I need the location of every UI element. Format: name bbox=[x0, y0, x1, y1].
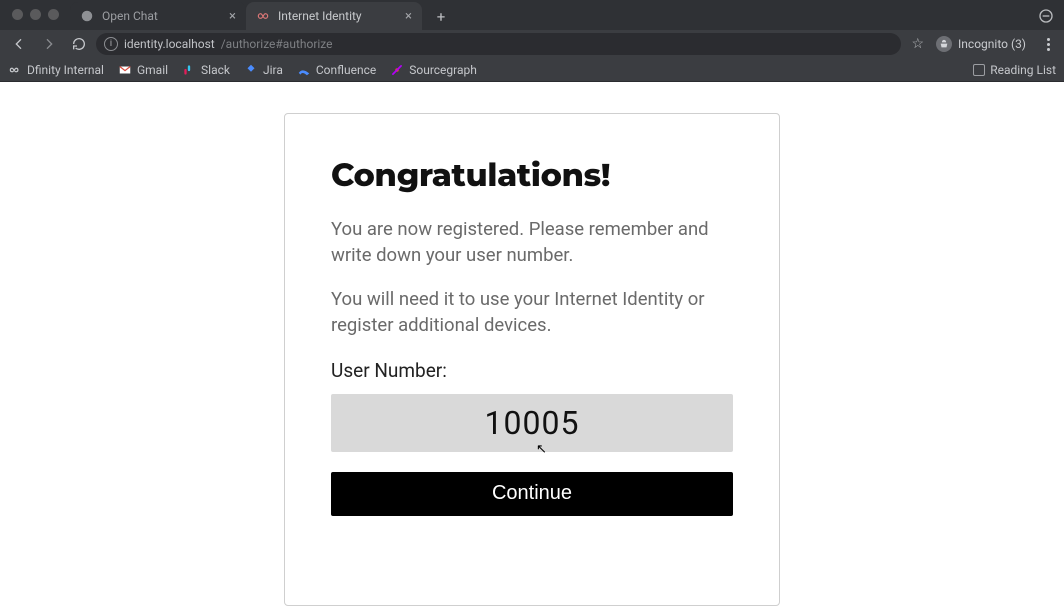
zoom-dot-icon[interactable] bbox=[48, 9, 59, 20]
bookmark-confluence[interactable]: Confluence bbox=[297, 63, 376, 77]
slack-icon bbox=[182, 63, 196, 77]
bookmark-label: Jira bbox=[263, 63, 283, 77]
infinity-icon bbox=[8, 63, 22, 77]
card-title: Congratulations! bbox=[331, 156, 733, 195]
card-text-1: You are now registered. Please remember … bbox=[331, 217, 733, 269]
url-host: identity.localhost bbox=[124, 37, 215, 51]
close-tab-icon[interactable]: × bbox=[229, 9, 236, 24]
bookmarks-bar: Dfinity Internal Gmail Slack Jira Conflu… bbox=[0, 58, 1064, 82]
minimize-dot-icon[interactable] bbox=[30, 9, 41, 20]
registration-card: Congratulations! You are now registered.… bbox=[284, 113, 780, 606]
user-number-label: User Number: bbox=[331, 359, 733, 382]
tab-label: Open Chat bbox=[102, 9, 221, 23]
tab-strip: Open Chat × Internet Identity × + bbox=[0, 0, 1064, 30]
bookmark-gmail[interactable]: Gmail bbox=[118, 63, 168, 77]
reading-list-button[interactable]: Reading List bbox=[973, 63, 1056, 77]
browser-chrome: Open Chat × Internet Identity × + i iden… bbox=[0, 0, 1064, 82]
browser-more-menu[interactable] bbox=[1038, 38, 1058, 51]
bookmark-dfinity-internal[interactable]: Dfinity Internal bbox=[8, 63, 104, 77]
user-number-value: 10005 bbox=[331, 394, 733, 452]
tab-open-chat[interactable]: Open Chat × bbox=[70, 2, 246, 30]
browser-toolbar: i identity.localhost/authorize#authorize… bbox=[0, 30, 1064, 58]
internet-identity-favicon-icon bbox=[256, 9, 270, 23]
jira-icon bbox=[244, 63, 258, 77]
continue-button[interactable]: Continue bbox=[331, 472, 733, 516]
reading-list-label: Reading List bbox=[990, 63, 1056, 77]
tab-label: Internet Identity bbox=[278, 9, 397, 23]
url-path: /authorize#authorize bbox=[221, 37, 333, 51]
card-text-2: You will need it to use your Internet Id… bbox=[331, 287, 733, 339]
confluence-icon bbox=[297, 63, 311, 77]
bookmark-star-icon[interactable]: ☆ bbox=[911, 36, 924, 52]
bookmark-jira[interactable]: Jira bbox=[244, 63, 283, 77]
back-button[interactable] bbox=[6, 33, 32, 55]
bookmark-label: Gmail bbox=[137, 63, 168, 77]
bookmark-label: Confluence bbox=[316, 63, 376, 77]
reload-button[interactable] bbox=[66, 33, 92, 55]
reading-list-icon bbox=[973, 64, 985, 76]
open-chat-favicon-icon bbox=[80, 9, 94, 23]
site-info-icon[interactable]: i bbox=[104, 37, 118, 51]
new-tab-button[interactable]: + bbox=[428, 4, 454, 30]
cursor-icon: ↖ bbox=[536, 442, 547, 457]
macos-traffic-lights bbox=[12, 9, 59, 20]
forward-button[interactable] bbox=[36, 33, 62, 55]
address-bar[interactable]: i identity.localhost/authorize#authorize bbox=[96, 33, 901, 55]
bookmark-label: Sourcegraph bbox=[409, 63, 477, 77]
window-menu-icon[interactable] bbox=[1036, 6, 1056, 26]
bookmark-label: Dfinity Internal bbox=[27, 63, 104, 77]
bookmark-label: Slack bbox=[201, 63, 230, 77]
tab-internet-identity[interactable]: Internet Identity × bbox=[246, 2, 422, 30]
incognito-icon bbox=[936, 36, 952, 52]
sourcegraph-icon bbox=[390, 63, 404, 77]
close-dot-icon[interactable] bbox=[12, 9, 23, 20]
bookmark-slack[interactable]: Slack bbox=[182, 63, 230, 77]
incognito-indicator[interactable]: Incognito (3) bbox=[928, 36, 1034, 52]
incognito-label: Incognito (3) bbox=[958, 37, 1026, 51]
gmail-icon bbox=[118, 63, 132, 77]
bookmark-sourcegraph[interactable]: Sourcegraph bbox=[390, 63, 477, 77]
close-tab-icon[interactable]: × bbox=[405, 9, 412, 24]
page-viewport: Congratulations! You are now registered.… bbox=[0, 82, 1064, 606]
